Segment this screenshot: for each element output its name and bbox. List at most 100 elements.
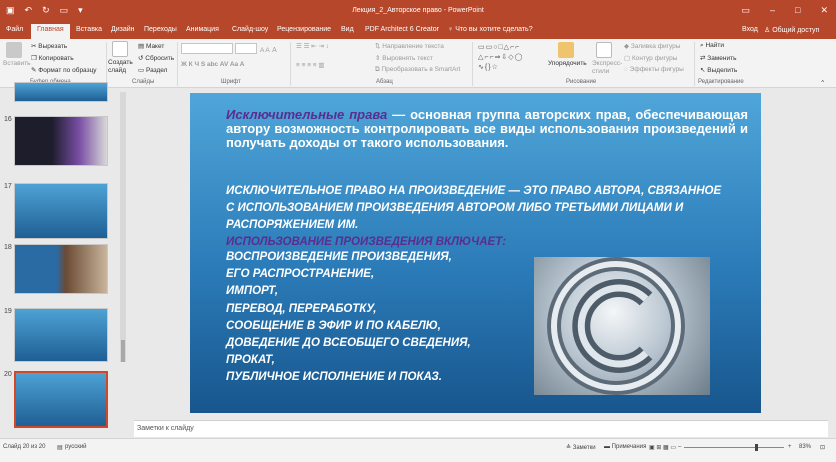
slide-usage-list[interactable]: ВОСПРОИЗВЕДЕНИЕ ПРОИЗВЕДЕНИЯ, ЕГО РАСПРО…	[226, 249, 471, 387]
group-paragraph-label: Абзац	[376, 79, 393, 85]
arrange-icon[interactable]	[558, 42, 574, 58]
font-grow-shrink-icons[interactable]: A A Ａ	[260, 44, 278, 54]
title-bar: ▣ ↶ ↻ ▭ ▾ Лекция_2_Авторское право - Pow…	[0, 0, 836, 23]
copyright-icon	[547, 257, 685, 395]
list-item: ПУБЛИЧНОЕ ИСПОЛНЕНИЕ И ПОКАЗ.	[226, 371, 442, 384]
zoom-slider[interactable]	[684, 447, 784, 448]
minimize-icon[interactable]: –	[770, 5, 775, 16]
window-controls: ▭ – □ ✕	[741, 5, 828, 16]
list-buttons[interactable]: ☰ ☰ ⇤ ⇥ ↕	[296, 42, 329, 50]
shapes-gallery[interactable]: ▭▭○□△⌐⌐ △⌐⌐⇒⇩◇◯ ∿{}☆	[478, 43, 524, 73]
fit-to-window-icon[interactable]: ⊡	[820, 444, 825, 451]
view-buttons[interactable]: ▣ ⊞ ▦ ▭	[649, 444, 676, 451]
separator	[472, 42, 473, 86]
separator	[694, 42, 695, 86]
list-item: ВОСПРОИЗВЕДЕНИЕ ПРОИЗВЕДЕНИЯ,	[226, 251, 452, 263]
find-button[interactable]: ⌕ Найти	[700, 42, 724, 50]
new-slide-button[interactable]: Создать слайд	[108, 59, 133, 75]
slide-paragraph-definition[interactable]: Исключительные права — основная группа а…	[226, 108, 748, 150]
thumbnails-scrollbar[interactable]	[120, 92, 126, 362]
tab-slideshow[interactable]: Слайд-шоу	[232, 26, 268, 33]
layout-button[interactable]: ▤ Макет	[138, 42, 164, 50]
list-item: ПРОКАТ,	[226, 354, 275, 367]
smartart-button[interactable]: ⧉ Преобразовать в SmartArt	[375, 66, 460, 74]
new-slide-icon[interactable]	[112, 41, 128, 57]
separator	[177, 42, 178, 86]
group-drawing-label: Рисование	[566, 79, 597, 85]
tab-view[interactable]: Вид	[341, 26, 354, 33]
slide-canvas[interactable]: Исключительные права — основная группа а…	[190, 93, 761, 413]
zoom-slider-knob[interactable]	[755, 444, 758, 451]
list-item: ПЕРЕВОД, ПЕРЕРАБОТКУ,	[226, 302, 377, 315]
slide-paragraph-exclusive-right[interactable]: ИСКЛЮЧИТЕЛЬНОЕ ПРАВО НА ПРОИЗВЕДЕНИЕ — Э…	[226, 183, 726, 234]
slide-number: 17	[4, 183, 12, 190]
notes-placeholder: Заметки к слайду	[137, 425, 194, 432]
arrange-button[interactable]: Упорядочить	[548, 60, 587, 67]
notes-icon: ≜	[566, 445, 573, 451]
spellcheck-icon[interactable]: ▤	[57, 444, 63, 451]
text-direction-button[interactable]: ⇅ Направление текста	[375, 42, 444, 50]
copy-icon: ❐	[31, 55, 39, 62]
comments-toggle[interactable]: ▬ Примечания	[604, 444, 646, 450]
highlight-term: Исключительные права	[226, 107, 388, 122]
copy-button[interactable]: ❐ Копировать	[31, 54, 74, 62]
window-title: Лекция_2_Авторское право - PowerPoint	[352, 7, 484, 14]
align-text-button[interactable]: ⇕ Выровнять текст	[375, 54, 433, 62]
layout-icon: ▤	[138, 43, 146, 50]
tell-me-search[interactable]: ♀ Что вы хотите сделать?	[448, 26, 533, 33]
font-format-buttons[interactable]: Ж К Ч S abc AV Aa A	[181, 61, 244, 68]
quick-styles-icon[interactable]	[596, 42, 612, 58]
slide-thumbnail-20[interactable]	[14, 371, 108, 428]
slide-thumbnails-pane: 16 17 18 19 20	[0, 82, 124, 437]
shape-outline-button[interactable]: ▢ Контур фигуры	[624, 54, 677, 62]
section-button[interactable]: ▭ Раздел	[138, 66, 167, 74]
share-button[interactable]: ♙ Общий доступ	[764, 26, 819, 34]
zoom-level[interactable]: 83%	[799, 444, 811, 450]
paste-icon[interactable]	[6, 42, 22, 58]
tab-review[interactable]: Рецензирование	[277, 26, 331, 33]
section-icon: ▭	[138, 67, 146, 74]
slide-thumbnail-15[interactable]	[14, 82, 108, 102]
copyright-symbol-image[interactable]	[534, 257, 710, 395]
shape-fill-button[interactable]: ◆ Заливка фигуры	[624, 42, 680, 50]
outline-icon: ▢	[624, 55, 632, 62]
align-buttons[interactable]: ≡ ≡ ≡ ≡ ▥	[296, 61, 325, 69]
tab-pdf-architect[interactable]: PDF Architect 6 Creator	[365, 26, 439, 33]
paste-button[interactable]: Вставить	[3, 60, 31, 67]
slide-thumbnail-17[interactable]	[14, 183, 108, 239]
language-indicator[interactable]: русский	[65, 444, 87, 450]
separator	[106, 42, 107, 86]
ribbon-display-icon[interactable]: ▭	[741, 5, 750, 16]
font-size-select[interactable]	[235, 43, 257, 54]
notes-toggle[interactable]: ≜ Заметки	[566, 444, 596, 451]
close-icon[interactable]: ✕	[820, 5, 828, 16]
tab-file[interactable]: Файл	[6, 26, 23, 33]
tab-insert[interactable]: Вставка	[76, 26, 102, 33]
tab-home[interactable]: Главная	[31, 24, 70, 39]
maximize-icon[interactable]: □	[795, 5, 800, 16]
font-family-select[interactable]	[181, 43, 233, 54]
zoom-in-icon[interactable]: +	[788, 444, 792, 450]
comment-icon: ▬	[604, 444, 612, 450]
notes-pane[interactable]: Заметки к слайду	[134, 420, 828, 437]
slide-number: 19	[4, 308, 12, 315]
quick-styles-button[interactable]: Экспресс-стили	[592, 60, 622, 76]
slide-thumbnail-19[interactable]	[14, 308, 108, 362]
list-item: ИМПОРТ,	[226, 285, 279, 298]
sign-in-link[interactable]: Вход	[742, 26, 758, 33]
reset-button[interactable]: ↺ Сбросить	[138, 54, 174, 62]
slide-thumbnail-16[interactable]	[14, 116, 108, 166]
tab-transitions[interactable]: Переходы	[144, 26, 177, 33]
collapse-ribbon-icon[interactable]: ⌃	[820, 79, 825, 87]
select-button[interactable]: ↖ Выделить	[700, 66, 737, 74]
tab-design[interactable]: Дизайн	[111, 26, 135, 33]
slide-thumbnail-18[interactable]	[14, 244, 108, 294]
cut-button[interactable]: ✂ Вырезать	[31, 42, 67, 50]
shape-effects-button[interactable]: ◌ Эффекты фигуры	[624, 66, 684, 73]
replace-button[interactable]: ⇄ Заменить	[700, 54, 736, 62]
ribbon-tabs: Файл Главная Вставка Дизайн Переходы Ани…	[0, 23, 836, 39]
tab-animation[interactable]: Анимация	[186, 26, 219, 33]
thumbnails-scroll-thumb[interactable]	[121, 340, 125, 362]
zoom-out-icon[interactable]: –	[678, 444, 681, 450]
format-painter-button[interactable]: ✎ Формат по образцу	[31, 66, 97, 74]
